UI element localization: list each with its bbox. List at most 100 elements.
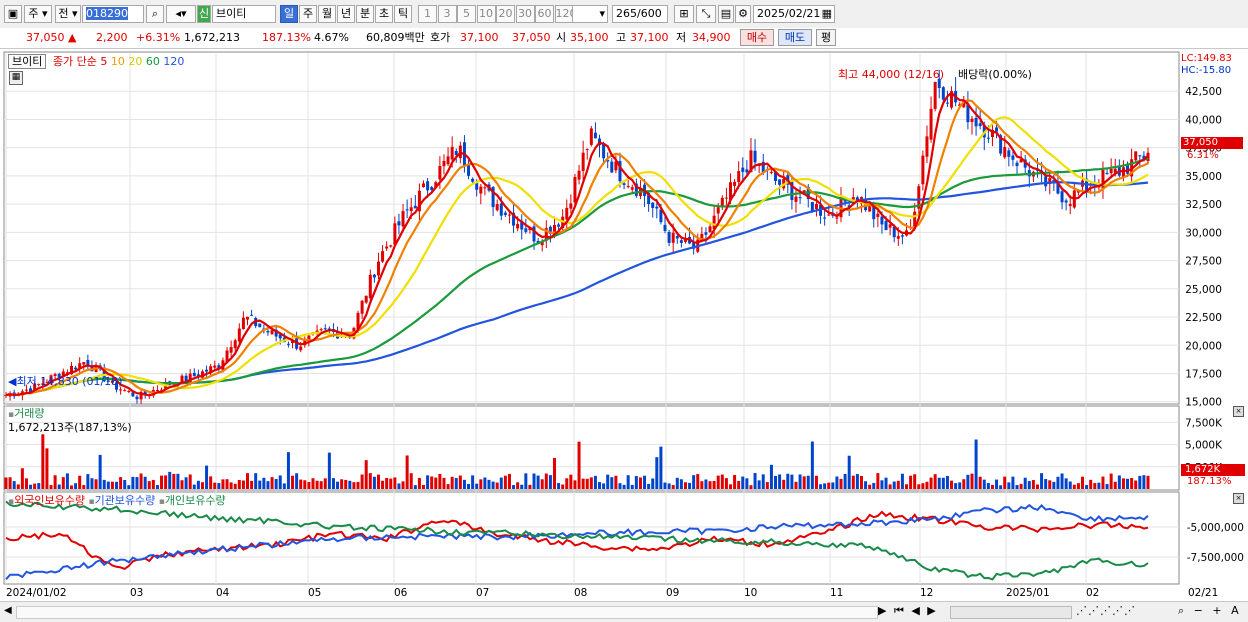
volume-bar xyxy=(589,477,593,489)
interval-select[interactable]: ▾ xyxy=(572,5,608,23)
volume-bar xyxy=(78,475,82,489)
candle-body xyxy=(495,204,499,211)
tab-period-3[interactable]: 년 xyxy=(337,5,355,23)
holding-panel-close-icon[interactable]: × xyxy=(1233,493,1244,504)
interval-button-3[interactable]: 3 xyxy=(437,5,457,23)
tab-period-5[interactable]: 초 xyxy=(375,5,393,23)
volume-bar xyxy=(544,473,548,489)
stock-tag[interactable]: 브이티 xyxy=(8,54,47,69)
scroll-track[interactable] xyxy=(16,606,878,619)
sell-button[interactable]: 매도 xyxy=(778,29,812,46)
volume-bar xyxy=(814,475,818,489)
volume-bar xyxy=(4,477,8,489)
volume-bar xyxy=(8,477,12,489)
draw-tool-icon[interactable]: ⤡ xyxy=(696,5,716,23)
date-field[interactable]: 2025/02/21 ▦ xyxy=(753,5,835,23)
volume-bar xyxy=(999,485,1003,489)
candle-body xyxy=(471,178,475,182)
volume-bar xyxy=(700,481,704,489)
tab-period-6[interactable]: 틱 xyxy=(394,5,412,23)
interval-button-20[interactable]: 20 xyxy=(496,5,515,23)
candle-body xyxy=(610,161,614,173)
volume-bar xyxy=(671,485,675,489)
tab-period-2[interactable]: 월 xyxy=(318,5,336,23)
data-count-value: 265 xyxy=(616,7,637,20)
x-tick-label: 04 xyxy=(216,587,230,599)
volume-bar xyxy=(1064,478,1068,489)
candle-body xyxy=(405,209,409,211)
zoom-track[interactable] xyxy=(950,606,1072,619)
last-pct-tag: 6.31% xyxy=(1187,150,1219,161)
volume-bar xyxy=(909,475,913,489)
candle-body xyxy=(319,329,323,331)
interval-button-60[interactable]: 60 xyxy=(535,5,554,23)
volume-bar xyxy=(925,481,929,489)
stock-code-input[interactable]: 018290 xyxy=(82,5,144,23)
volume-bar xyxy=(491,481,495,489)
volume-bar xyxy=(1126,478,1130,489)
market-select[interactable]: 주 ▾ xyxy=(24,5,52,23)
interval-button-10[interactable]: 10 xyxy=(476,5,496,23)
volume-bar xyxy=(1081,476,1085,489)
tab-period-4[interactable]: 분 xyxy=(356,5,374,23)
volume-bar xyxy=(49,485,53,489)
compare-icon[interactable]: ⊞ xyxy=(674,5,694,23)
holding-legend: ▪외국인보유수량 ▪기관보유수량 ▪개인보유수량 xyxy=(8,494,226,507)
quote-bar: 37,050 ▲ 2,200 +6.31% 1,672,213 187.13% … xyxy=(0,28,1248,49)
nav-icons[interactable]: ▶ ⏮ ◀ ▶ xyxy=(878,604,938,618)
volume-bar xyxy=(524,473,528,489)
volume-bar xyxy=(454,478,458,489)
calendar-icon[interactable]: ▦ xyxy=(822,6,834,22)
candle-body xyxy=(679,240,683,243)
data-count-field[interactable]: 265/600 xyxy=(612,5,668,23)
high-annotation: 최고 44,000 (12/16) xyxy=(838,68,945,81)
interval-button-120[interactable]: 120 xyxy=(554,5,577,23)
volume-bar xyxy=(1113,481,1117,489)
volume-panel-close-icon[interactable]: × xyxy=(1233,406,1244,417)
volume-bar xyxy=(413,485,417,489)
volume-bar xyxy=(94,479,98,489)
tab-period-0[interactable]: 일 xyxy=(280,5,298,23)
search-icon[interactable]: ⌕ xyxy=(146,5,164,23)
zoom-icons[interactable]: ⌕ − + A xyxy=(1178,604,1242,618)
volume-value-label: 1,672,213주(187,13%) xyxy=(8,421,132,434)
candle-body xyxy=(286,343,290,345)
save-icon[interactable]: ▤ xyxy=(718,5,734,23)
interval-button-1[interactable]: 1 xyxy=(418,5,437,23)
volume-bar xyxy=(295,473,299,489)
ma-period-20: 20 xyxy=(128,55,143,68)
draw-tool-icons[interactable]: ⋰⋰⋰⋰⋰ xyxy=(1076,604,1136,617)
volume-bar xyxy=(278,475,282,489)
chart-area[interactable]: 42,50040,00037,50035,00032,50030,00027,5… xyxy=(0,49,1248,601)
speaker-icon[interactable]: ◂▾ xyxy=(166,5,196,23)
volume-bar xyxy=(90,478,94,489)
volume-bar xyxy=(950,480,954,489)
tab-period-1[interactable]: 주 xyxy=(299,5,317,23)
y-tick-label: 40,000 xyxy=(1185,114,1222,126)
volume-bar xyxy=(82,485,86,489)
candle-body xyxy=(245,316,249,320)
current-price-value: 37,050 xyxy=(26,31,65,44)
y-tick-label: 42,500 xyxy=(1185,86,1222,98)
avg-button[interactable]: 평 xyxy=(816,29,836,46)
volume-bar xyxy=(143,476,147,489)
stock-name-field[interactable]: 브이티 xyxy=(212,5,276,23)
volume-bar xyxy=(245,473,249,489)
volume-y-tick: 5,000K xyxy=(1185,440,1223,452)
volume-bar xyxy=(168,471,172,489)
volume-bar xyxy=(819,484,823,489)
scroll-left-icon[interactable]: ◀ xyxy=(4,605,14,616)
interval-button-30[interactable]: 30 xyxy=(515,5,535,23)
calculator-icon[interactable]: ▦ xyxy=(9,71,23,85)
buy-button[interactable]: 매수 xyxy=(740,29,774,46)
prev-select[interactable]: 전 ▾ xyxy=(55,5,81,23)
chart-type-icon[interactable]: ▣ xyxy=(4,5,22,23)
volume-bar xyxy=(1097,482,1101,489)
gear-icon[interactable]: ⚙ xyxy=(735,5,751,23)
volume-bar xyxy=(24,478,28,489)
volume-bar xyxy=(1040,473,1044,489)
volume-bar xyxy=(970,473,974,489)
candle-body xyxy=(630,187,634,190)
candle-body xyxy=(573,177,577,203)
interval-button-5[interactable]: 5 xyxy=(457,5,476,23)
